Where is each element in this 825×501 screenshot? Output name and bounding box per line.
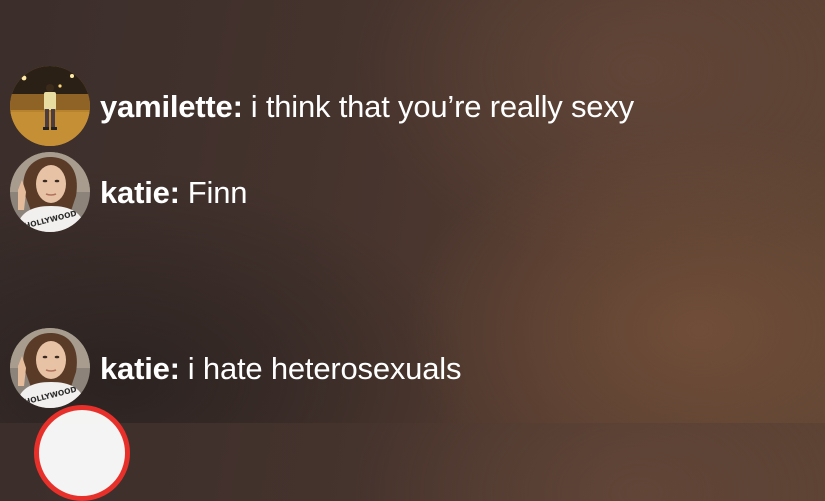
avatar[interactable]: HOLLYWOOD [10, 152, 90, 232]
katie-avatar-image: HOLLYWOOD [10, 152, 90, 232]
katie-avatar-image: HOLLYWOOD [10, 328, 90, 408]
chat-feed: yamilette: i think that you’re really sex… [0, 0, 825, 423]
chat-message: HOLLYWOOD katie: Finn [10, 152, 248, 232]
message-text: yamilette: i think that you’re really sex… [100, 91, 634, 122]
message-body: i hate heterosexuals [187, 350, 462, 386]
avatar[interactable] [10, 66, 90, 146]
message-body: Finn [187, 174, 248, 210]
chat-message: yamilette: i think that you’re really sex… [10, 66, 634, 146]
message-text: katie: Finn [100, 174, 248, 210]
record-button[interactable] [34, 405, 130, 501]
yamilette-avatar-image [10, 66, 90, 146]
message-text: katie: i hate heterosexuals [100, 353, 461, 384]
chat-message: HOLLYWOOD katie: i hate heterosexuals [10, 328, 461, 408]
username-colon: : [169, 350, 180, 386]
avatar[interactable]: HOLLYWOOD [10, 328, 90, 408]
username-colon: : [232, 88, 243, 124]
username[interactable]: yamilette [100, 89, 233, 124]
username[interactable]: katie [100, 351, 170, 386]
username-colon: : [169, 174, 180, 210]
username[interactable]: katie [100, 175, 170, 210]
message-body: i think that you’re really sexy [250, 88, 634, 124]
